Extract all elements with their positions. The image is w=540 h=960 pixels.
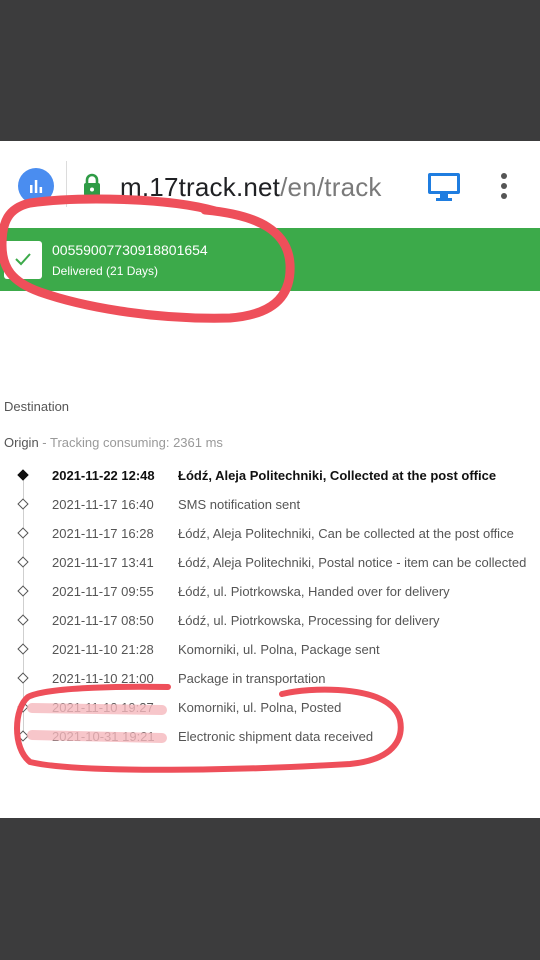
timeline-event: 2021-11-22 12:48 Łódź, Aleja Politechnik… bbox=[0, 461, 540, 490]
status-check-box bbox=[4, 241, 42, 279]
url-host: m.17track.net bbox=[120, 172, 281, 202]
event-description: SMS notification sent bbox=[178, 497, 301, 512]
timeline-event: 2021-11-17 09:55 Łódź, ul. Piotrkowska, … bbox=[0, 577, 540, 606]
timeline-event: 2021-10-31 19:21 Electronic shipment dat… bbox=[0, 722, 540, 751]
delivery-status: Delivered (21 Days) bbox=[52, 264, 159, 278]
timeline-event: 2021-11-17 16:28 Łódź, Aleja Politechnik… bbox=[0, 519, 540, 548]
timeline-diamond bbox=[17, 556, 29, 568]
chart-icon bbox=[30, 180, 43, 193]
check-icon bbox=[15, 253, 31, 266]
event-description: Komorniki, ul. Polna, Posted bbox=[178, 700, 342, 715]
timeline-event: 2021-11-17 13:41 Łódź, Aleja Politechnik… bbox=[0, 548, 540, 577]
event-date: 2021-11-17 08:50 bbox=[52, 613, 154, 628]
destination-label: Destination bbox=[4, 399, 70, 414]
timeline-event: 2021-11-10 21:00 Package in transportati… bbox=[0, 664, 540, 693]
timeline-diamond bbox=[17, 643, 29, 655]
url-path: /en/track bbox=[280, 172, 382, 202]
event-date: 2021-10-31 19:21 bbox=[52, 729, 155, 744]
timeline-diamond bbox=[17, 730, 29, 742]
timeline-diamond bbox=[17, 672, 29, 684]
lock-icon bbox=[84, 173, 100, 196]
origin-label: Origin bbox=[4, 435, 39, 450]
event-date: 2021-11-17 16:40 bbox=[52, 497, 154, 512]
phone-screen: m.17track.net/en/track 00559007730918801… bbox=[0, 141, 540, 818]
timeline-diamond bbox=[17, 498, 29, 510]
browser-address-bar: m.17track.net/en/track bbox=[0, 141, 540, 229]
origin-row: Origin - Tracking consuming: 2361 ms bbox=[4, 435, 223, 450]
event-description: Łódź, ul. Piotrkowska, Processing for de… bbox=[178, 613, 440, 628]
timeline-event: 2021-11-17 16:40 SMS notification sent bbox=[0, 490, 540, 519]
event-date: 2021-11-17 16:28 bbox=[52, 526, 154, 541]
event-date: 2021-11-10 19:27 bbox=[52, 700, 154, 715]
event-date: 2021-11-10 21:28 bbox=[52, 642, 154, 657]
event-description: Electronic shipment data received bbox=[178, 729, 374, 744]
site-menu-button[interactable] bbox=[18, 168, 54, 204]
event-description: Komorniki, ul. Polna, Package sent bbox=[178, 642, 380, 657]
timeline-diamond-filled bbox=[17, 469, 29, 481]
event-date: 2021-11-17 09:55 bbox=[52, 584, 154, 599]
timeline-event: 2021-11-17 08:50 Łódź, ul. Piotrkowska, … bbox=[0, 606, 540, 635]
timeline-diamond bbox=[17, 701, 29, 713]
timeline-diamond bbox=[17, 527, 29, 539]
event-date: 2021-11-10 21:00 bbox=[52, 671, 154, 686]
event-description: Łódź, Aleja Politechniki, Can be collect… bbox=[178, 526, 514, 541]
desktop-icon[interactable] bbox=[426, 171, 462, 203]
address-divider bbox=[66, 161, 67, 207]
event-description: Łódź, ul. Piotrkowska, Handed over for d… bbox=[178, 584, 450, 599]
event-date: 2021-11-17 13:41 bbox=[52, 555, 154, 570]
event-description: Package in transportation bbox=[178, 671, 326, 686]
timeline-diamond bbox=[17, 585, 29, 597]
tracking-consuming-meta: - Tracking consuming: 2361 ms bbox=[38, 435, 223, 450]
tracking-status-banner[interactable]: 00559007730918801654 Delivered (21 Days) bbox=[0, 228, 540, 291]
tracking-number: 00559007730918801654 bbox=[52, 242, 208, 258]
event-description: Łódź, Aleja Politechniki, Postal notice … bbox=[178, 555, 527, 570]
timeline-diamond bbox=[17, 614, 29, 626]
timeline-event: 2021-11-10 19:27 Komorniki, ul. Polna, P… bbox=[0, 693, 540, 722]
kebab-menu-icon[interactable] bbox=[497, 173, 511, 201]
event-description: Łódź, Aleja Politechniki, Collected at t… bbox=[178, 468, 497, 483]
event-date: 2021-11-22 12:48 bbox=[52, 468, 155, 483]
timeline-event: 2021-11-10 21:28 Komorniki, ul. Polna, P… bbox=[0, 635, 540, 664]
url-field[interactable]: m.17track.net/en/track bbox=[120, 171, 382, 203]
